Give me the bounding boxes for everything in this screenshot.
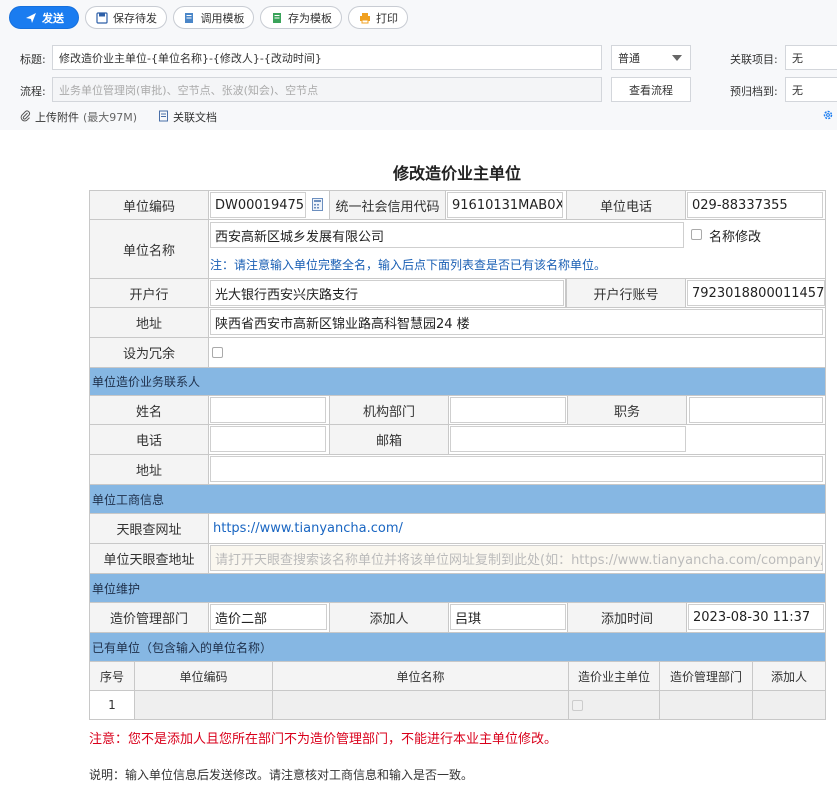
col-header-unit-name: 单位名称	[272, 661, 569, 691]
col-header-unit-code: 单位编码	[134, 661, 273, 691]
bank-input[interactable]: 光大银行西安兴庆路支行	[210, 280, 564, 306]
tianyan-address-input[interactable]: 请打开天眼查搜索该名称单位并将该单位网址复制到此处(如：https://www.…	[210, 545, 823, 571]
document-icon	[158, 110, 169, 125]
contact-email-input[interactable]	[450, 426, 686, 452]
row-index: 1	[89, 690, 135, 720]
account-label: 开户行账号	[566, 278, 686, 308]
adder-value: 吕琪	[450, 604, 566, 630]
row-unit-name	[272, 690, 569, 720]
maintenance-section-header: 单位维护	[89, 573, 826, 603]
contact-name-label: 姓名	[89, 395, 209, 425]
row-owner-unit-cell	[568, 690, 660, 720]
row-adder	[752, 690, 826, 720]
add-time-value: 2023-08-30 11:37	[688, 604, 824, 630]
unit-code-input[interactable]: DW00019475	[210, 192, 306, 218]
phone-label: 单位电话	[566, 190, 686, 220]
redundant-cell	[208, 337, 826, 368]
contact-name-input[interactable]	[210, 397, 326, 423]
tianyan-url-label: 天眼查网址	[89, 513, 209, 544]
existing-units-section-header: 已有单位（包含输入的单位名称）	[89, 632, 826, 662]
rename-checkbox[interactable]	[691, 229, 702, 240]
tianyan-url-link[interactable]: https://www.tianyancha.com/	[213, 521, 403, 536]
contact-section-header: 单位造价业务联系人	[89, 367, 826, 396]
header-form: 标题: 修改造价业主单位-{单位名称}-{修改人}-{改动时间} 普通 关联项目…	[0, 38, 837, 130]
row-unit-code	[134, 690, 273, 720]
credit-code-label: 统一社会信用代码	[329, 190, 446, 220]
business-section-header: 单位工商信息	[89, 484, 826, 514]
gear-icon[interactable]	[822, 109, 834, 124]
print-button[interactable]: 打印	[348, 6, 408, 29]
contact-phone-label: 电话	[89, 424, 209, 455]
credit-code-input[interactable]: 91610131MAB0XC	[447, 192, 563, 218]
calculator-icon[interactable]	[312, 198, 323, 214]
col-header-adder: 添加人	[752, 661, 826, 691]
col-header-index: 序号	[89, 661, 135, 691]
priority-select[interactable]: 普通	[611, 45, 691, 70]
account-input[interactable]: 79230188000114576	[687, 280, 825, 306]
unit-name-label: 单位名称	[89, 219, 209, 279]
contact-title-input[interactable]	[689, 397, 823, 423]
save-icon	[95, 11, 108, 24]
related-project-input[interactable]: 无	[785, 45, 837, 70]
load-template-button[interactable]: 调用模板	[173, 6, 254, 29]
title-label: 标题:	[20, 53, 46, 66]
save-template-button[interactable]: 存为模板	[260, 6, 342, 29]
mgmt-dept-value: 造价二部	[210, 604, 327, 630]
unit-name-input[interactable]: 西安高新区城乡发展有限公司	[210, 222, 684, 248]
address-input[interactable]: 陕西省西安市高新区锦业路高科智慧园24 楼	[210, 309, 823, 335]
bank-label: 开户行	[89, 278, 209, 308]
contact-dept-label: 机构部门	[329, 395, 449, 425]
contact-title-label: 职务	[567, 395, 687, 425]
paperclip-icon	[20, 110, 31, 125]
adder-label: 添加人	[329, 602, 449, 633]
redundant-checkbox[interactable]	[212, 347, 223, 358]
flow-input[interactable]: 业务单位管理岗(审批)、空节点、张波(知会)、空节点	[52, 77, 602, 102]
row-mgmt-dept	[659, 690, 753, 720]
unit-name-note: 注：请注意输入单位完整全名，输入后点下面列表查是否已有该名称单位。	[210, 258, 607, 272]
unit-code-label: 单位编码	[89, 190, 209, 220]
contact-email-label: 邮箱	[329, 424, 449, 455]
template-icon	[183, 11, 196, 24]
rename-label: 名称修改	[709, 230, 762, 245]
title-input[interactable]: 修改造价业主单位-{单位名称}-{修改人}-{改动时间}	[52, 45, 602, 70]
related-project-label: 关联项目:	[730, 53, 778, 66]
add-time-label: 添加时间	[567, 602, 687, 633]
archive-input[interactable]: 无	[785, 77, 837, 102]
contact-address-label: 地址	[89, 454, 209, 485]
toolbar: 发送 保存待发 调用模板 存为模板 打印	[0, 0, 837, 38]
upload-attachment-link[interactable]: 上传附件 (最大97M)	[20, 109, 137, 125]
save-template-icon	[270, 11, 283, 24]
contact-address-input[interactable]	[210, 456, 823, 482]
col-header-mgmt-dept: 造价管理部门	[659, 661, 753, 691]
permission-warning: 注意：您不是添加人且您所在部门不为造价管理部门，不能进行本业主单位修改。	[89, 732, 558, 747]
form-title: 修改造价业主单位	[392, 164, 521, 183]
send-button[interactable]: 发送	[9, 6, 79, 29]
redundant-label: 设为冗余	[89, 337, 209, 368]
flow-label: 流程:	[20, 85, 46, 98]
related-document-link[interactable]: 关联文档	[158, 109, 217, 125]
col-header-owner-unit: 造价业主单位	[568, 661, 660, 691]
save-draft-button[interactable]: 保存待发	[85, 6, 167, 29]
send-icon	[24, 11, 37, 24]
print-icon	[358, 11, 371, 24]
phone-input[interactable]: 029-88337355	[687, 192, 823, 218]
view-flow-button[interactable]: 查看流程	[611, 77, 691, 102]
chevron-down-icon	[672, 55, 682, 61]
instruction-note: 说明：输入单位信息后发送修改。请注意核对工商信息和输入是否一致。	[89, 768, 474, 782]
address-label: 地址	[89, 307, 209, 338]
tianyan-address-label: 单位天眼查地址	[89, 543, 209, 574]
archive-label: 预归档到:	[730, 85, 778, 98]
contact-dept-input[interactable]	[450, 397, 566, 423]
mgmt-dept-label: 造价管理部门	[89, 602, 209, 633]
row-owner-unit-checkbox[interactable]	[572, 699, 583, 711]
contact-phone-input[interactable]	[210, 426, 326, 452]
